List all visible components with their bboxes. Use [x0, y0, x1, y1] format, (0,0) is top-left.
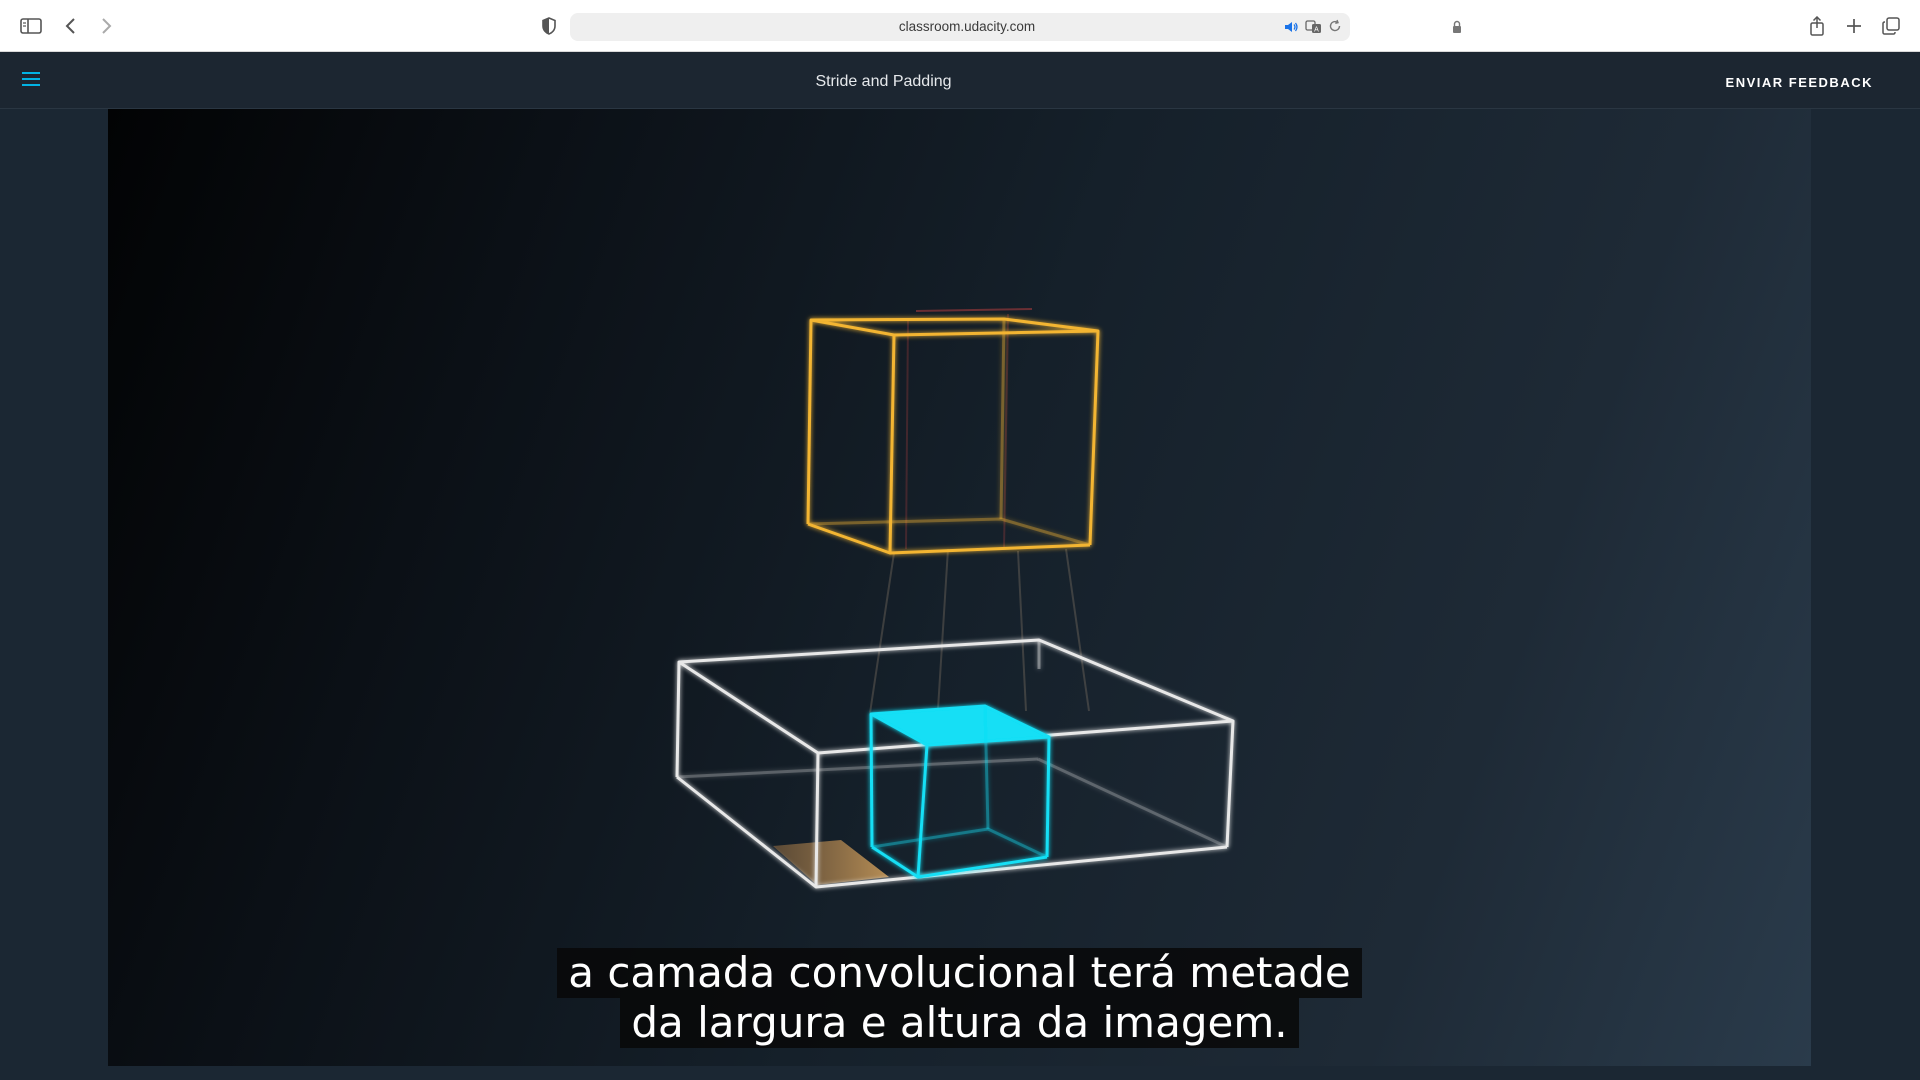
output-cube: [806, 317, 1100, 555]
new-tab-icon[interactable]: [1842, 14, 1866, 38]
lock-icon: [1452, 20, 1462, 34]
input-volume: [675, 638, 1235, 889]
forward-icon[interactable]: [94, 14, 118, 38]
filter-patch: [869, 704, 1051, 879]
classroom-header: Stride and Padding ENVIAR FEEDBACK: [0, 52, 1920, 109]
sidebar-icon[interactable]: [19, 14, 43, 38]
speaker-icon[interactable]: [1283, 19, 1299, 35]
reload-icon[interactable]: [1328, 19, 1344, 35]
browser-toolbar: classroom.udacity.com A: [0, 0, 1920, 52]
back-icon[interactable]: [59, 14, 83, 38]
caption-line-1: a camada convolucional terá metade: [557, 948, 1362, 998]
convolution-illustration: [675, 308, 1235, 889]
svg-text:A: A: [1314, 27, 1319, 34]
tab-overview-icon[interactable]: [1879, 14, 1903, 38]
url-text: classroom.udacity.com: [898, 19, 1036, 34]
video-player[interactable]: a camada convolucional terá metade da la…: [108, 109, 1811, 1066]
page-title: Stride and Padding: [815, 73, 952, 90]
address-bar[interactable]: classroom.udacity.com A: [570, 13, 1461, 41]
video-captions: a camada convolucional terá metade da la…: [108, 948, 1811, 1048]
caption-line-2: da largura e altura da imagem.: [620, 998, 1299, 1048]
shield-icon[interactable]: [537, 14, 561, 38]
send-feedback-button[interactable]: ENVIAR FEEDBACK: [1726, 75, 1873, 90]
translate-icon[interactable]: A: [1305, 19, 1321, 35]
share-icon[interactable]: [1805, 14, 1829, 38]
projection-lines: [869, 308, 1090, 714]
